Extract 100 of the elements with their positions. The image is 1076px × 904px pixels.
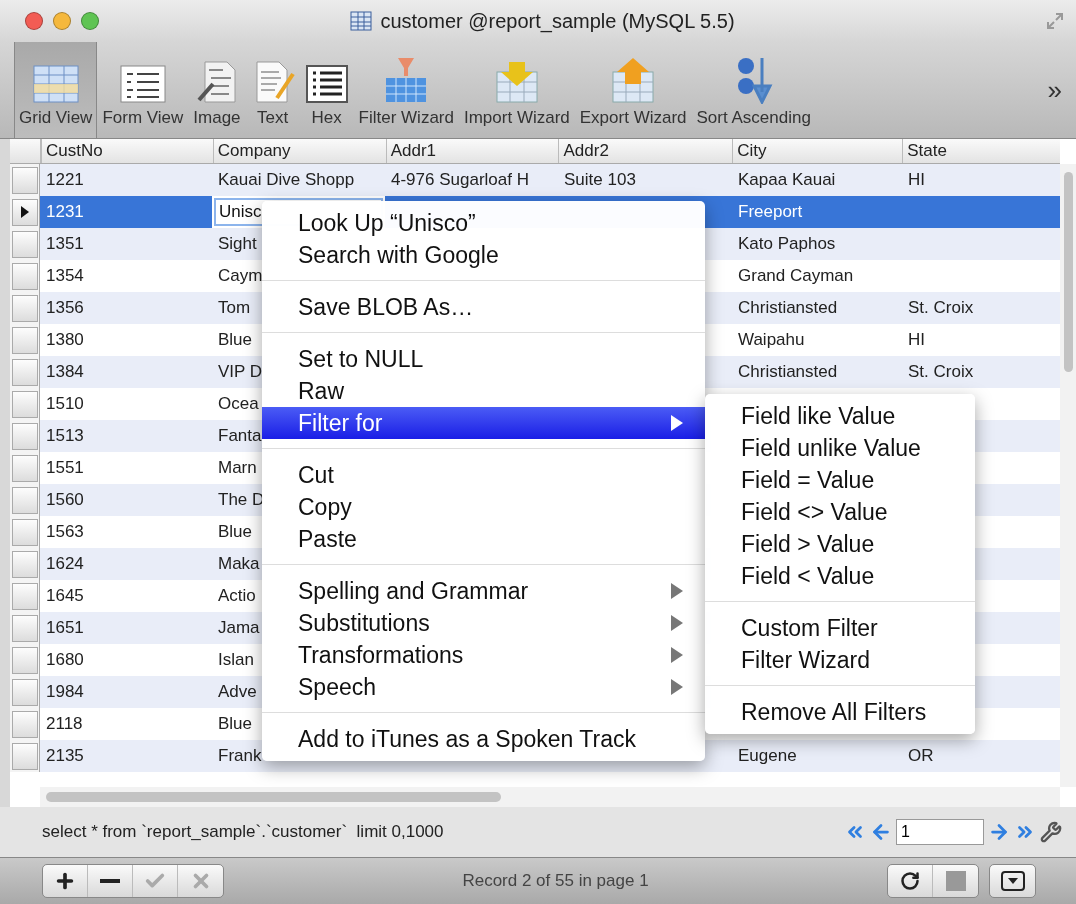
- column-header[interactable]: City: [732, 139, 903, 163]
- toolbar-button[interactable]: Grid View: [14, 42, 98, 138]
- menu-item[interactable]: Speech: [262, 671, 705, 703]
- menu-item[interactable]: Substitutions: [262, 607, 705, 639]
- menu-item[interactable]: Paste: [262, 523, 705, 555]
- plus-icon: [54, 870, 76, 892]
- menu-item[interactable]: Copy: [262, 491, 705, 523]
- submenu-arrow-icon: [671, 679, 683, 695]
- table-cell: Ocea: [218, 393, 259, 415]
- table-cell: 1513: [46, 425, 84, 447]
- table-cell: HI: [908, 329, 925, 351]
- column-header[interactable]: Addr1: [385, 139, 559, 163]
- submenu-arrow-icon: [671, 647, 683, 663]
- form-icon: [118, 64, 167, 104]
- sql-query: select * from `report_sample`.`customer` limit 0,1000: [42, 822, 445, 842]
- table-cell: 1351: [46, 233, 84, 255]
- menu-item[interactable]: Search with Google: [262, 239, 705, 271]
- submenu-arrow-icon: [671, 415, 683, 431]
- table-cell: OR: [908, 745, 934, 767]
- table-cell: Jama: [218, 617, 260, 639]
- table-cell: 4-976 Sugarloaf H: [391, 169, 529, 191]
- table-cell: 1984: [46, 681, 84, 703]
- menu-item[interactable]: Remove All Filters: [705, 696, 975, 728]
- table-cell: Kauai Dive Shopp: [218, 169, 355, 191]
- table-cell: 1560: [46, 489, 84, 511]
- menu-item[interactable]: Field unlike Value: [705, 432, 975, 464]
- table-cell: Freeport: [732, 196, 902, 228]
- overflow-chevron[interactable]: »: [1047, 74, 1062, 106]
- menu-item[interactable]: Save BLOB As…: [262, 291, 705, 323]
- column-header[interactable]: Company: [212, 139, 386, 163]
- menu-item[interactable]: Transformations: [262, 639, 705, 671]
- table-cell: Maka: [218, 553, 260, 575]
- table-cell: 1563: [46, 521, 84, 543]
- table-cell: 1221: [46, 169, 84, 191]
- scrollbar-thumb[interactable]: [46, 792, 501, 802]
- table-cell: Sight: [218, 233, 257, 255]
- menu-item[interactable]: Field > Value: [705, 528, 975, 560]
- close-button[interactable]: [25, 12, 43, 30]
- column-header[interactable]: State: [902, 139, 1060, 163]
- menu-item[interactable]: Spelling and Grammar: [262, 575, 705, 607]
- next-page-icon[interactable]: [988, 821, 1010, 843]
- menu-item[interactable]: Set to NULL: [262, 343, 705, 375]
- table-cell: Blue: [218, 329, 253, 351]
- menu-item[interactable]: Field <> Value: [705, 496, 975, 528]
- menu-item[interactable]: Filter Wizard: [705, 644, 975, 676]
- dropdown-icon: [1000, 871, 1025, 891]
- previous-page-icon[interactable]: [870, 821, 892, 843]
- table-cell: Marn: [218, 457, 257, 479]
- scrollbar-thumb[interactable]: [1063, 172, 1073, 372]
- menu-item[interactable]: Field = Value: [705, 464, 975, 496]
- window-title: customer @report_sample (MySQL 5.5): [380, 9, 735, 33]
- menu-item[interactable]: Field < Value: [705, 560, 975, 592]
- toolbar-button[interactable]: Text: [245, 42, 300, 138]
- minimize-button[interactable]: [53, 12, 71, 30]
- table-cell: 1354: [46, 265, 84, 287]
- tools-icon[interactable]: [1040, 821, 1062, 843]
- table-cell: Caym: [218, 265, 263, 287]
- column-header[interactable]: Addr2: [558, 139, 733, 163]
- table-cell: 1645: [46, 585, 84, 607]
- table-cell: 1624: [46, 553, 84, 575]
- toolbar-button[interactable]: Form View: [97, 42, 189, 138]
- table-cell: 1231: [40, 196, 212, 228]
- menu-item[interactable]: Cut: [262, 459, 705, 491]
- table-cell: Blue: [218, 713, 253, 735]
- table-cell: Eugene: [738, 745, 797, 767]
- table-cell: 1380: [46, 329, 84, 351]
- toolbar-button[interactable]: Sort Ascending: [691, 42, 816, 138]
- menu-item[interactable]: Field like Value: [705, 400, 975, 432]
- menu-item[interactable]: Add to iTunes as a Spoken Track: [262, 723, 705, 755]
- table-cell: Islan: [218, 649, 254, 671]
- toolbar-button[interactable]: Image: [188, 42, 246, 138]
- menu-item[interactable]: Filter for: [262, 407, 705, 439]
- toolbar-button[interactable]: Hex: [299, 42, 354, 138]
- table-cell: 1384: [46, 361, 84, 383]
- menu-item[interactable]: Look Up “Unisco”: [262, 207, 705, 239]
- table-cell: 2118: [46, 713, 83, 735]
- table-cell: Christiansted: [738, 297, 838, 319]
- table-cell: Kato Paphos: [738, 233, 836, 255]
- row-selector[interactable]: [11, 198, 38, 226]
- column-header[interactable]: CustNo: [40, 139, 213, 163]
- table-cell: Kapaa Kauai: [738, 169, 836, 191]
- table-cell: 1356: [46, 297, 84, 319]
- menu-item[interactable]: Custom Filter: [705, 612, 975, 644]
- zoom-button[interactable]: [81, 12, 99, 30]
- table-cell: 1551: [46, 457, 84, 479]
- menu-item[interactable]: Raw: [262, 375, 705, 407]
- toolbar-button[interactable]: Import Wizard: [459, 42, 575, 138]
- toolbar-button[interactable]: Filter Wizard: [353, 42, 459, 138]
- fullscreen-icon[interactable]: [1046, 12, 1064, 30]
- table-icon: [350, 11, 373, 31]
- table-cell: Fanta: [218, 425, 262, 447]
- table-cell: HI: [908, 169, 925, 191]
- table-cell: Actio: [218, 585, 256, 607]
- table-cell: Blue: [218, 521, 253, 543]
- table-cell: Christiansted: [738, 361, 838, 383]
- table-cell: 1651: [46, 617, 84, 639]
- table-cell: Waipahu: [738, 329, 805, 351]
- refresh-icon: [900, 871, 920, 891]
- page-field[interactable]: 1: [896, 819, 984, 845]
- toolbar-button[interactable]: Export Wizard: [574, 42, 692, 138]
